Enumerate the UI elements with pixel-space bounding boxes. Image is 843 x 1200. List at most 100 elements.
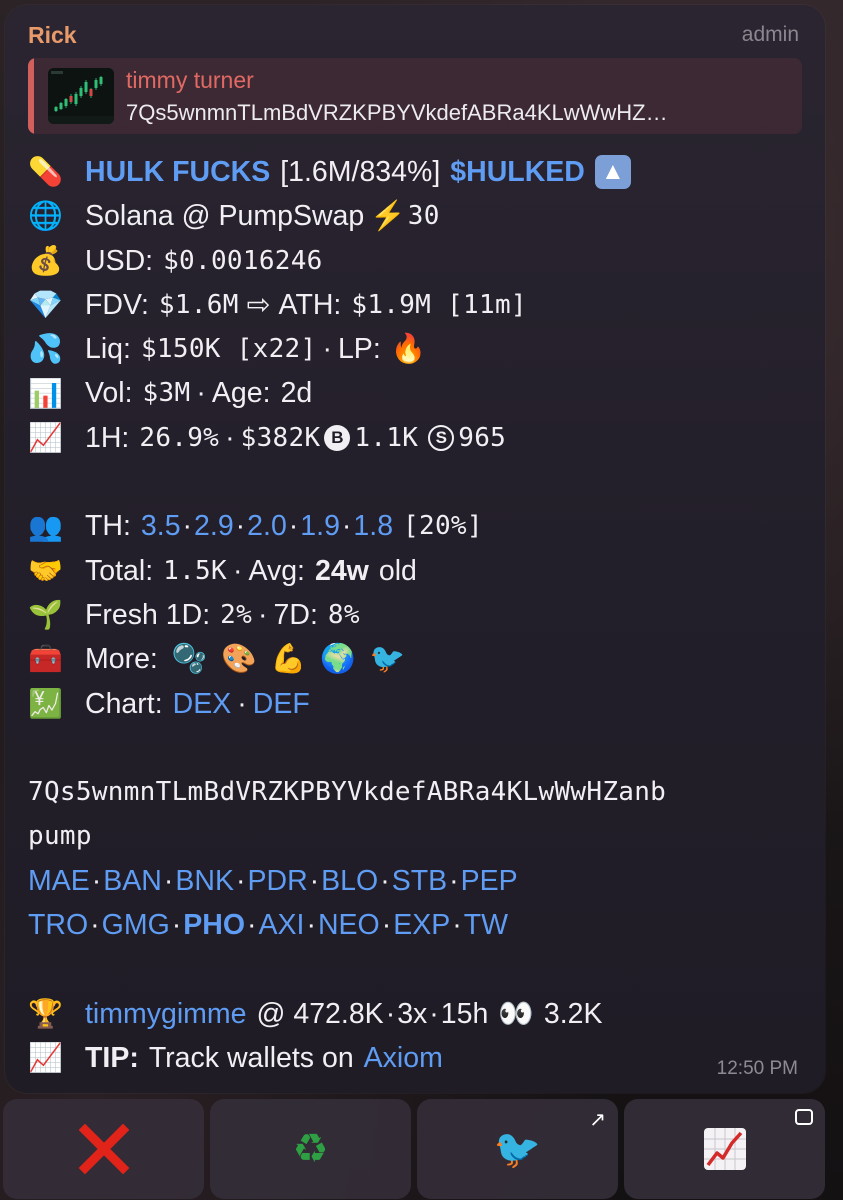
usd-value: $0.0016246 xyxy=(163,245,323,276)
fresh-label: Fresh 1D: xyxy=(85,598,211,631)
chain-line: 🌐 Solana @ PumpSwap ⚡ 30 xyxy=(28,194,818,238)
inline-keyboard: ♻ 🐦 ↗ xyxy=(3,1099,825,1199)
hour-line: 📈 1H: 26.9% · $382K B 1.1K S 965 xyxy=(28,416,818,460)
avg-label: Avg: xyxy=(248,554,305,587)
recycle-icon: ♻ xyxy=(292,1126,329,1172)
th-label: TH: xyxy=(85,510,131,543)
age-value: 2d xyxy=(280,377,313,410)
reply-preview[interactable]: timmy turner 7Qs5wnmnTLmBdVRZKPBYVkdefAB… xyxy=(28,58,802,134)
avg-suffix: old xyxy=(378,554,417,587)
dex-link[interactable]: DEX xyxy=(173,682,232,726)
tag-links-row: TRO · GMG · PHO · AXI · NEO · EXP · TW xyxy=(28,903,818,947)
caller-name-link[interactable]: timmygimme xyxy=(85,992,247,1036)
bird-icon: 🐦 xyxy=(493,1126,542,1171)
eyes-icon: 👀 xyxy=(498,997,534,1030)
th-value-link[interactable]: 1.9 xyxy=(300,504,340,548)
chart-yen-icon: 💹 xyxy=(28,686,63,720)
tag-link[interactable]: PEP xyxy=(461,859,518,903)
h1-value: 26.9% xyxy=(139,422,220,453)
tag-link[interactable]: BLO xyxy=(321,859,378,903)
separator-dot: · xyxy=(196,377,206,410)
reply-author: timmy turner xyxy=(126,67,254,93)
sender-name[interactable]: Rick xyxy=(28,22,77,49)
fresh-7d-value: 8% xyxy=(327,599,360,630)
th-value-link[interactable]: 2.9 xyxy=(194,504,234,548)
flexed-biceps-icon[interactable]: 💪 xyxy=(271,637,307,681)
sells-count: 965 xyxy=(458,422,507,453)
contract-suffix[interactable]: pump xyxy=(28,814,818,858)
caller-multiplier: 3x xyxy=(397,997,428,1030)
tag-link[interactable]: MAE xyxy=(28,859,90,903)
caller-age: 15h xyxy=(440,997,489,1030)
bubbles-icon[interactable]: 🫧 xyxy=(172,637,208,681)
tag-link[interactable]: AXI xyxy=(259,903,305,947)
token-name-link[interactable]: HULK FUCKS xyxy=(85,150,270,194)
token-ticker-link[interactable]: $HULKED xyxy=(450,150,585,194)
h1-usd: $382K xyxy=(240,422,321,453)
vol-value: $3M xyxy=(142,378,191,409)
chart-increasing-icon: 📈 xyxy=(28,1041,63,1075)
total-label: Total: xyxy=(85,554,154,587)
bird-link-button[interactable]: 🐦 ↗ xyxy=(417,1099,618,1199)
liquidity-line: 💦 Liq: $150K [x22] · LP: 🔥 xyxy=(28,327,818,371)
total-value: 1.5K xyxy=(163,555,227,586)
tag-link[interactable]: TW xyxy=(464,903,508,947)
chart-app-button[interactable] xyxy=(624,1099,825,1199)
chart-increasing-icon: 📈 xyxy=(28,420,63,454)
tag-link[interactable]: GMG xyxy=(102,903,170,947)
message-timestamp: 12:50 PM xyxy=(716,1058,798,1079)
close-button[interactable] xyxy=(3,1099,204,1199)
age-label: Age: xyxy=(211,377,271,410)
tag-link[interactable]: PHO xyxy=(183,903,245,947)
toolbox-icon: 🧰 xyxy=(28,642,63,676)
h1-label: 1H: xyxy=(85,421,130,454)
chart-label: Chart: xyxy=(85,687,163,720)
tip-text: Track wallets on xyxy=(148,1041,354,1074)
globe-africa-icon[interactable]: 🌍 xyxy=(320,637,356,681)
gem-icon: 💎 xyxy=(28,288,63,322)
th-value-link[interactable]: 1.8 xyxy=(353,504,393,548)
arrow-right-icon: ⇨ xyxy=(246,288,271,321)
sells-icon: S xyxy=(428,424,455,451)
people-icon: 👥 xyxy=(28,509,63,543)
buys-icon: B xyxy=(324,424,351,451)
chain-score: 30 xyxy=(407,201,440,232)
th-total: [20%] xyxy=(403,511,483,542)
chain-text: Solana @ PumpSwap xyxy=(85,200,365,233)
seedling-icon: 🌱 xyxy=(28,598,63,632)
separator-dot: · xyxy=(232,554,243,587)
def-link[interactable]: DEF xyxy=(253,682,310,726)
tip-line: 📈 TIP: Track wallets on Axiom xyxy=(28,1036,818,1080)
fdv-label: FDV: xyxy=(85,288,149,321)
fdv-value: $1.6M xyxy=(158,289,239,320)
bird-icon[interactable]: 🐦 xyxy=(370,637,406,681)
reply-snippet: 7Qs5wnmnTLmBdVRZKPBYVkdefABRa4KLwWwHZ… xyxy=(126,100,668,125)
tag-link[interactable]: BNK xyxy=(175,859,234,903)
th-value-link[interactable]: 2.0 xyxy=(247,504,287,548)
fire-icon: 🔥 xyxy=(390,333,427,366)
droplets-icon: 💦 xyxy=(28,332,63,366)
tag-link[interactable]: BAN xyxy=(103,859,162,903)
refresh-button[interactable]: ♻ xyxy=(210,1099,411,1199)
top-holders-line: 👥 TH: 3.5 · 2.9 · 2.0 · 1.9 · 1.8 [20%] xyxy=(28,504,818,548)
fresh-1d-value: 2% xyxy=(220,599,253,630)
th-value-link[interactable]: 3.5 xyxy=(141,504,181,548)
usd-line: 💰 USD: $0.0016246 xyxy=(28,239,818,283)
token-title-line: 💊 HULK FUCKS [1.6M/834%] $HULKED ▲ xyxy=(28,150,818,194)
palette-icon[interactable]: 🎨 xyxy=(221,637,257,681)
axiom-link[interactable]: Axiom xyxy=(364,1036,443,1080)
chart-line: 💹 Chart: DEX · DEF xyxy=(28,682,818,726)
separator-dot: · xyxy=(322,333,332,366)
tag-link[interactable]: PDR xyxy=(247,859,307,903)
tag-link[interactable]: NEO xyxy=(318,903,380,947)
fdv-line: 💎 FDV: $1.6M ⇨ ATH: $1.9M [11m] xyxy=(28,283,818,327)
tag-link[interactable]: TRO xyxy=(28,903,88,947)
token-stats: [1.6M/834%] xyxy=(280,156,441,188)
tag-link[interactable]: STB xyxy=(392,859,447,903)
separator-dot: · xyxy=(225,421,235,454)
tag-link[interactable]: EXP xyxy=(393,903,450,947)
bar-chart-icon: 📊 xyxy=(28,376,63,410)
contract-address[interactable]: 7Qs5wnmnTLmBdVRZKPBYVkdefABRa4KLwWwHZanb xyxy=(28,770,818,814)
